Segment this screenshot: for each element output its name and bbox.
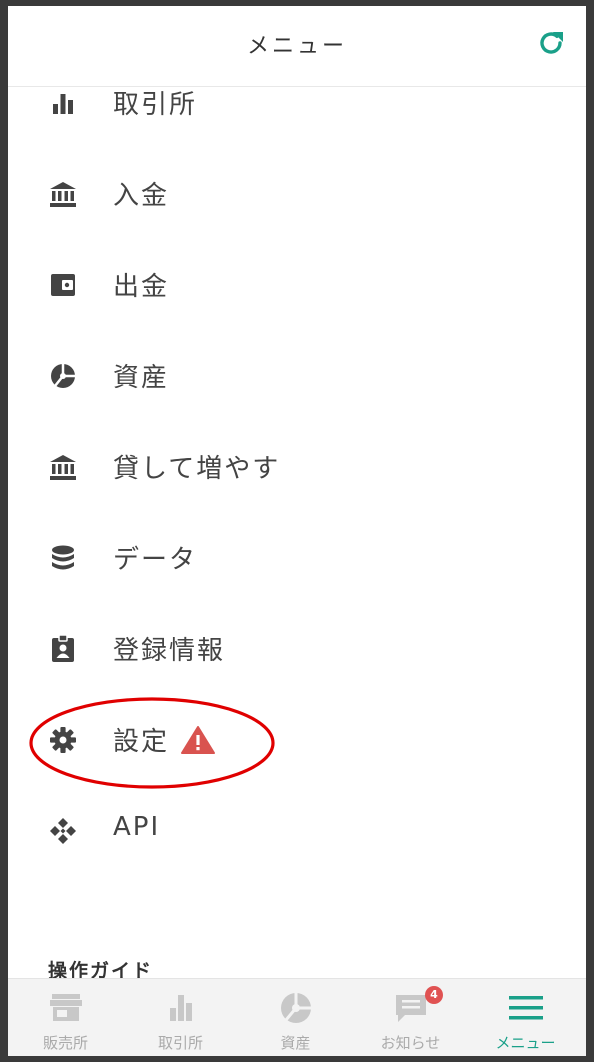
menu-item-withdraw[interactable]: 出金 [8,238,586,329]
wallet-icon [51,274,75,296]
tab-label: 資産 [280,1034,311,1052]
bank-icon [50,182,76,207]
menu-item-label: 出金 [113,272,170,302]
tab-exchange[interactable]: 取引所 [123,979,238,1056]
menu-item-label: 取引所 [113,90,198,120]
tab-label: メニュー [495,1034,556,1052]
menu-item-label: 貸して増やす [113,454,281,484]
menu-item-lending[interactable]: 貸して増やす [8,420,586,511]
menu-item-api[interactable]: API [8,784,586,875]
menu-item-label: API [113,812,161,842]
tab-menu[interactable]: メニュー [468,979,583,1056]
pie-chart-icon [51,363,75,388]
menu-item-label: データ [113,545,198,575]
hamburger-icon [509,996,543,1020]
menu-item-profile[interactable]: 登録情報 [8,602,586,693]
tab-assets[interactable]: 資産 [238,979,353,1056]
menu-item-label: 入金 [113,181,170,211]
notification-badge: 4 [425,986,443,1004]
api-diamond-icon [50,818,76,844]
refresh-icon[interactable] [536,28,566,58]
bank-icon [50,455,76,480]
menu-item-exchange[interactable]: 取引所 [8,56,586,147]
tab-shop[interactable]: 販売所 [8,979,123,1056]
database-icon [52,545,74,570]
menu-item-assets[interactable]: 資産 [8,329,586,420]
menu-item-label: 登録情報 [113,636,226,666]
tab-label: 販売所 [42,1034,88,1052]
tab-label: お知らせ [380,1034,441,1052]
highlight-ellipse [29,697,275,789]
bottom-tab-bar: 販売所 取引所 資産 4 お知らせ メニュー [8,978,586,1056]
pie-chart-icon [281,993,311,1023]
bar-chart-icon [170,995,192,1021]
shop-icon [50,994,82,1021]
bar-chart-icon [53,94,73,114]
menu-item-deposit[interactable]: 入金 [8,147,586,238]
app-screen: メニュー 取引所 入金 出金 資産 貸して増やす データ 登録情報 設定 API… [8,6,586,1056]
id-badge-icon [52,634,74,662]
tab-label: 取引所 [157,1034,203,1052]
menu-item-data[interactable]: データ [8,511,586,602]
chat-icon [396,995,426,1022]
tab-notifications[interactable]: 4 お知らせ [353,979,468,1056]
menu-item-label: 資産 [113,363,170,393]
